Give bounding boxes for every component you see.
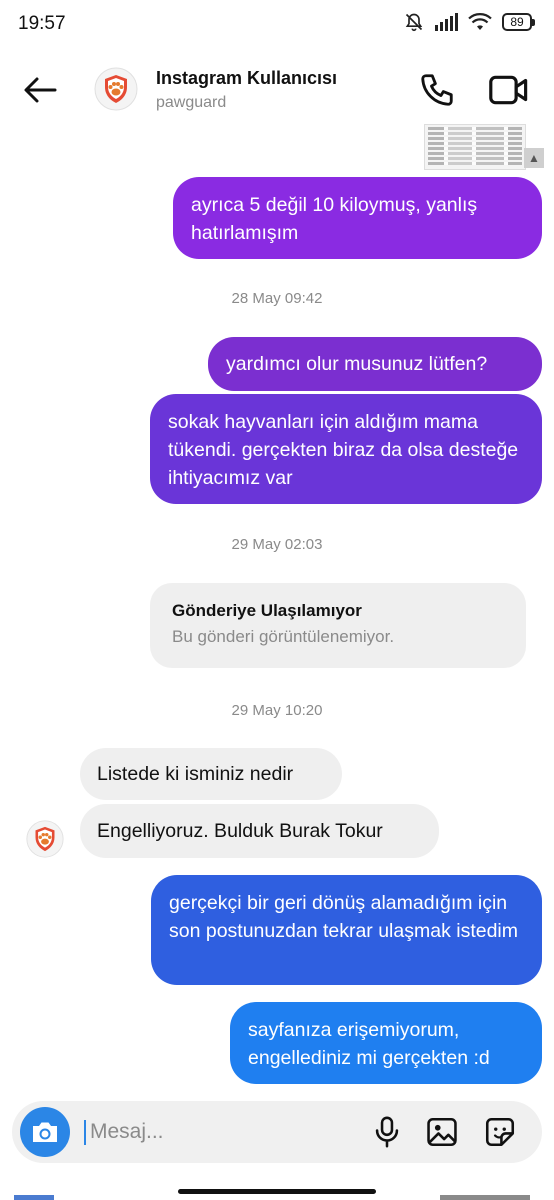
battery-level: 89 (510, 15, 524, 29)
video-camera-icon[interactable] (488, 71, 530, 109)
timestamp: 29 May 02:03 (231, 536, 323, 553)
outgoing-message[interactable]: sayfanıza erişemiyorum, engellediniz mi … (230, 1002, 542, 1084)
status-icons: 89 (404, 12, 535, 32)
battery-icon: 89 (502, 13, 535, 31)
outgoing-message[interactable]: yardımcı olur musunuz lütfen? (208, 337, 542, 391)
incoming-message[interactable]: Engelliyoruz. Bulduk Burak Tokur (80, 804, 439, 858)
microphone-icon[interactable] (370, 1115, 404, 1149)
unavailable-post-title: Gönderiye Ulaşılamıyor (172, 601, 362, 620)
timestamp: 29 May 10:20 (231, 702, 323, 719)
unavailable-post-subtitle: Bu gönderi görüntülenemiyor. (172, 627, 395, 646)
contact-name[interactable]: Instagram Kullanıcısı (156, 68, 337, 89)
wifi-icon (468, 13, 492, 30)
chevron-up-icon[interactable]: ▲ (524, 148, 544, 168)
mute-bell-icon (405, 13, 423, 32)
outgoing-message[interactable]: gerçekçi bir geri dönüş alamadığım için … (151, 875, 542, 985)
outgoing-message[interactable]: ayrıca 5 değil 10 kiloymuş, yanlış hatır… (173, 177, 542, 259)
bottom-strip (0, 1194, 554, 1200)
status-time: 19:57 (18, 13, 66, 34)
unavailable-post-card[interactable]: Gönderiye Ulaşılamıyor Bu gönderi görünt… (150, 583, 526, 668)
message-input[interactable] (88, 1115, 340, 1149)
camera-icon (33, 1122, 57, 1142)
contact-username[interactable]: pawguard (156, 94, 226, 112)
message-composer (12, 1101, 542, 1163)
chat-header: Instagram Kullanıcısı pawguard (0, 55, 554, 127)
outgoing-message[interactable]: sokak hayvanları için aldığım mama tüken… (150, 394, 542, 504)
back-arrow-icon[interactable] (20, 70, 60, 110)
paw-shield-avatar[interactable] (26, 820, 64, 858)
signal-icon (435, 13, 458, 31)
phone-icon[interactable] (418, 71, 456, 109)
text-cursor (84, 1120, 86, 1145)
camera-button[interactable] (20, 1107, 70, 1157)
incoming-message[interactable]: Listede ki isminiz nedir (80, 748, 342, 800)
status-bar: 19:57 89 (0, 0, 554, 48)
gallery-icon[interactable] (424, 1115, 460, 1149)
paw-shield-avatar[interactable] (94, 67, 138, 111)
sticker-icon[interactable] (482, 1115, 518, 1149)
shared-image-thumbnail[interactable] (424, 124, 526, 170)
timestamp: 28 May 09:42 (231, 290, 323, 307)
